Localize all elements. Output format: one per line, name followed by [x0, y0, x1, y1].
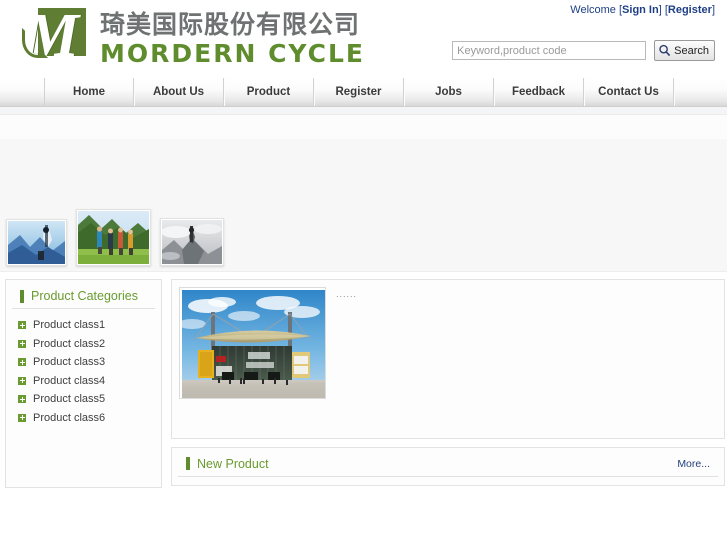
- nav-item-contact-us[interactable]: Contact Us: [584, 78, 674, 106]
- new-product-header: New Product More...: [178, 452, 718, 477]
- expand-plus-icon[interactable]: [18, 321, 26, 330]
- category-label: Product class2: [33, 337, 106, 350]
- category-item-6[interactable]: Product class6: [6, 409, 161, 428]
- search-input[interactable]: [452, 41, 647, 60]
- category-label: Product class4: [33, 374, 106, 387]
- search-icon: [658, 44, 671, 57]
- welcome-label: Welcome: [570, 4, 619, 16]
- expand-plus-icon[interactable]: [18, 376, 26, 385]
- site-header: M 琦美国际股份有限公司 MORDERN CYCLE Welcome [Sign…: [0, 0, 727, 78]
- product-categories-title: Product Categories: [31, 289, 139, 303]
- promo-image[interactable]: [179, 287, 326, 399]
- category-item-1[interactable]: Product class1: [6, 316, 161, 335]
- product-categories-list: Product class1 Product class2 Product cl…: [6, 309, 161, 427]
- main-navigation: Home About Us Product Register Jobs Feed…: [0, 78, 727, 107]
- page-root: M 琦美国际股份有限公司 MORDERN CYCLE Welcome [Sign…: [0, 0, 727, 545]
- category-label: Product class3: [33, 356, 106, 369]
- nav-shadow-strip: [0, 107, 727, 115]
- gallery-thumbnail-strip: [6, 209, 224, 266]
- main-column: ...... New Product More...: [171, 279, 725, 486]
- nav-item-jobs[interactable]: Jobs: [404, 78, 494, 106]
- nav-item-about-us[interactable]: About Us: [134, 78, 224, 106]
- expand-plus-icon[interactable]: [18, 339, 26, 348]
- category-item-2[interactable]: Product class2: [6, 335, 161, 354]
- promo-inner: ......: [172, 280, 724, 399]
- accent-bar-icon: [20, 289, 24, 303]
- new-product-panel: New Product More...: [171, 446, 725, 486]
- expand-plus-icon[interactable]: [18, 413, 26, 422]
- content-area: Product Categories Product class1 Produc…: [0, 274, 727, 488]
- category-item-4[interactable]: Product class4: [6, 372, 161, 391]
- category-label: Product class5: [33, 393, 106, 406]
- nav-item-register[interactable]: Register: [314, 78, 404, 106]
- search-button[interactable]: Search: [654, 40, 715, 61]
- site-logo[interactable]: M 琦美国际股份有限公司 MORDERN CYCLE: [22, 5, 365, 68]
- expand-plus-icon[interactable]: [18, 395, 26, 404]
- company-name-cn: 琦美国际股份有限公司: [100, 10, 361, 39]
- sign-in-link[interactable]: Sign In: [622, 4, 659, 16]
- product-categories-panel: Product Categories Product class1 Produc…: [5, 279, 162, 488]
- product-categories-header: Product Categories: [12, 284, 155, 309]
- new-product-more-link[interactable]: More...: [677, 458, 710, 470]
- accent-bar-icon: [186, 457, 190, 471]
- register-link[interactable]: Register: [668, 4, 712, 16]
- category-item-5[interactable]: Product class5: [6, 390, 161, 409]
- welcome-bar: Welcome [Sign In] [Register]: [570, 4, 715, 16]
- nav-item-feedback[interactable]: Feedback: [494, 78, 584, 106]
- search-button-label: Search: [674, 44, 709, 57]
- register-bracket-close: ]: [711, 4, 715, 16]
- logo-text-block: 琦美国际股份有限公司 MORDERN CYCLE: [100, 6, 365, 68]
- category-item-3[interactable]: Product class3: [6, 353, 161, 372]
- new-product-title: New Product: [197, 456, 269, 471]
- promo-panel: ......: [171, 279, 725, 439]
- category-label: Product class6: [33, 411, 106, 424]
- nav-item-home[interactable]: Home: [44, 78, 134, 106]
- gallery-thumb-2[interactable]: [76, 209, 151, 266]
- gallery-thumb-1[interactable]: [6, 219, 67, 266]
- search-bar: Search: [452, 40, 715, 61]
- gallery-area: [0, 139, 727, 271]
- gallery-thumb-3[interactable]: [160, 218, 224, 266]
- logo-monogram-icon: M: [22, 5, 90, 68]
- company-name-en: MORDERN CYCLE: [100, 39, 366, 68]
- banner-area: [0, 115, 727, 139]
- nav-item-product[interactable]: Product: [224, 78, 314, 106]
- promo-caption: ......: [336, 289, 358, 299]
- expand-plus-icon[interactable]: [18, 358, 26, 367]
- category-label: Product class1: [33, 319, 106, 332]
